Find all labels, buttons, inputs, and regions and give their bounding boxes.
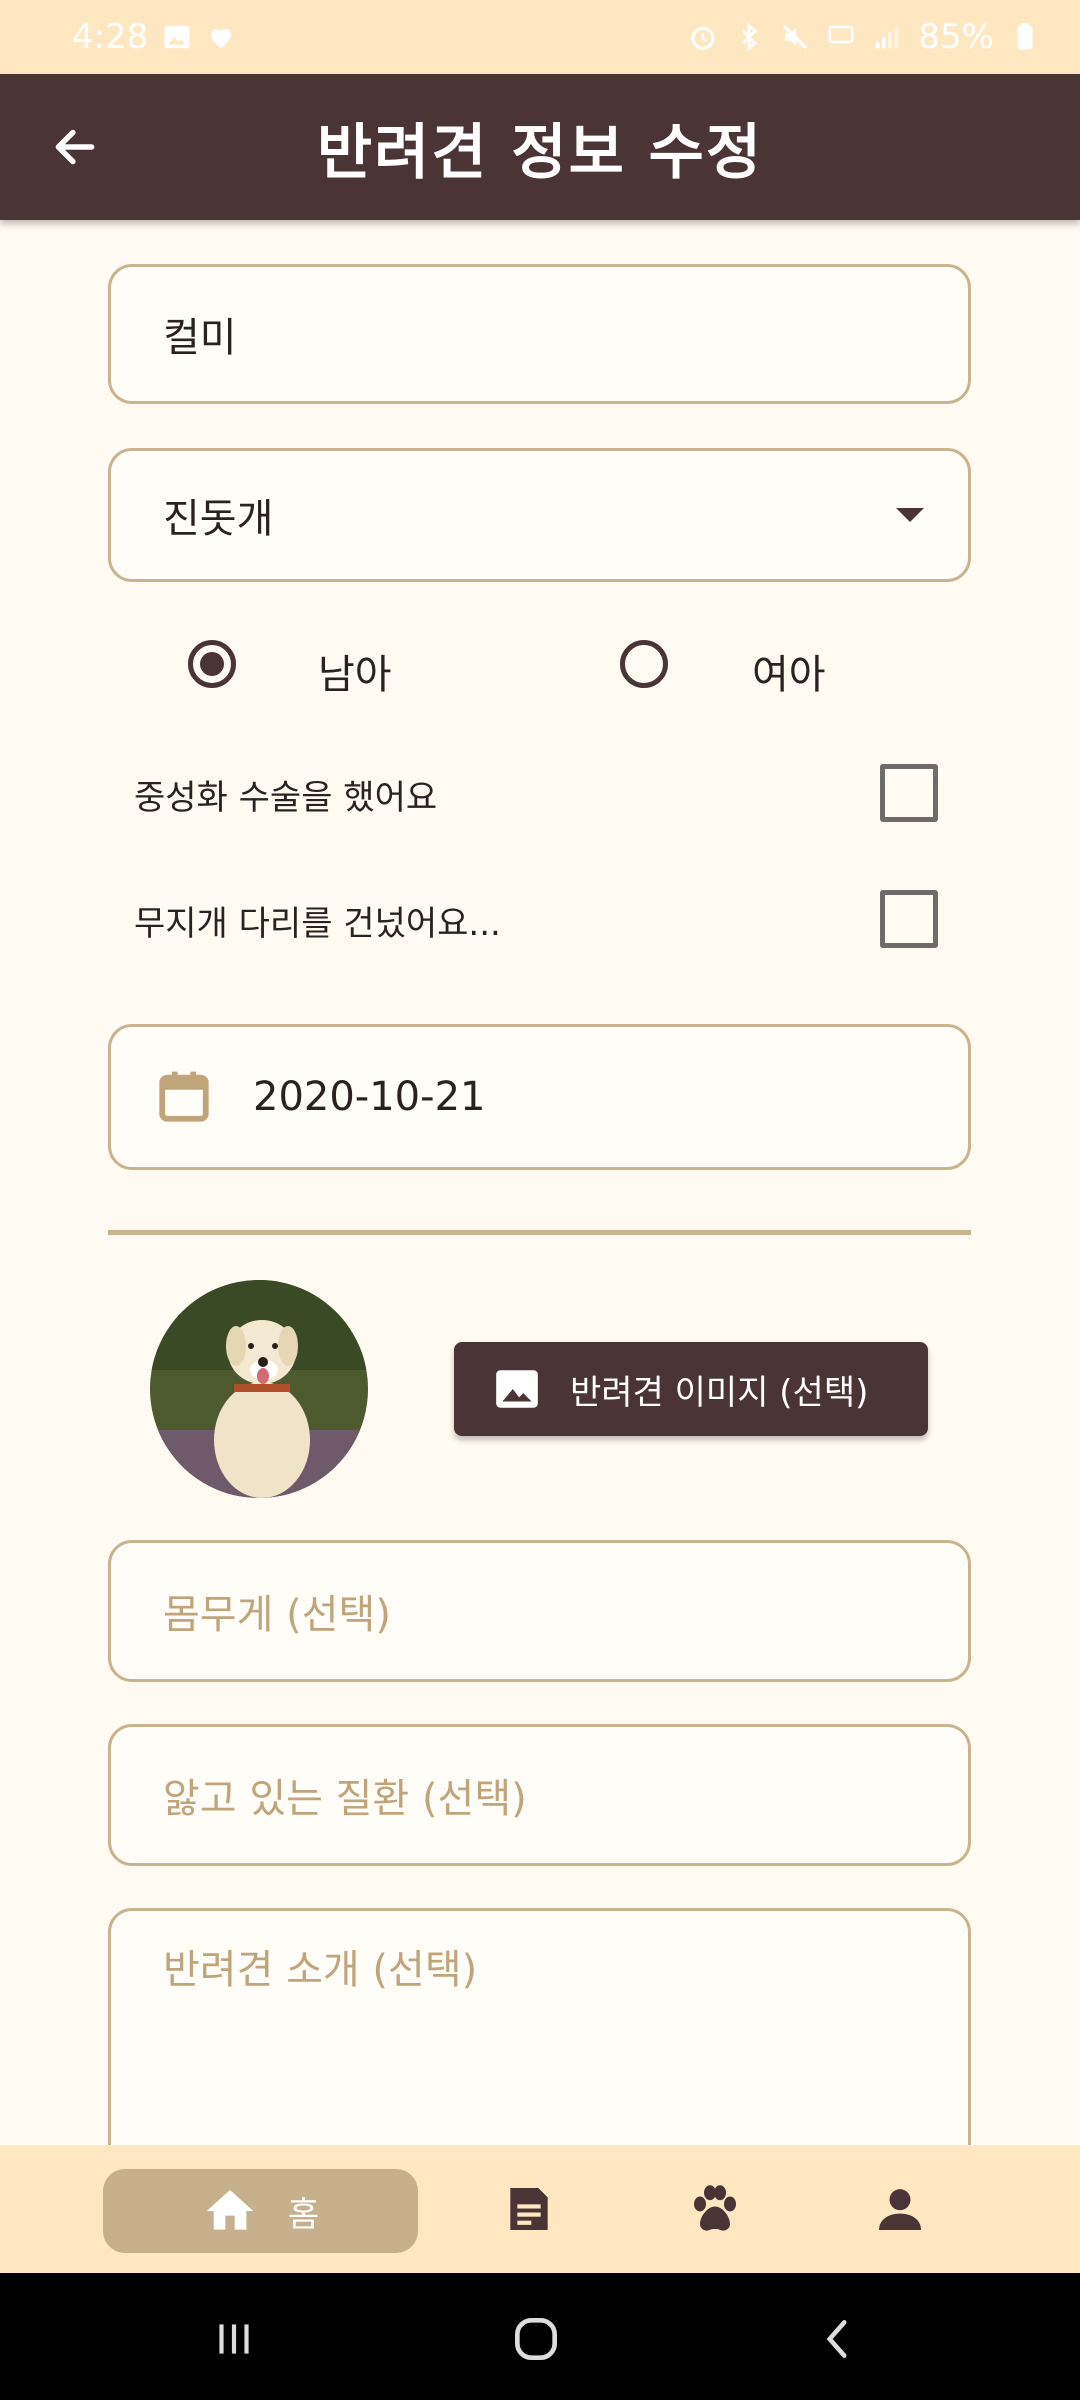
arrow-back-icon [55, 129, 95, 165]
dog-avatar [150, 1280, 368, 1498]
person-icon [879, 2189, 921, 2230]
home-icon [206, 2190, 254, 2230]
dropdown-arrow-icon [896, 508, 924, 522]
gallery-notification-icon [164, 25, 190, 49]
weight-placeholder: 몸무게 (선택) [163, 1592, 391, 1638]
radio-selected-dot [200, 652, 224, 676]
gender-radio-group: 남아 여아 [0, 614, 1080, 714]
alarm-icon [691, 26, 715, 50]
app-bar: 반려견 정보 수정 [0, 74, 1080, 220]
birth-date-value: 2020-10-21 [253, 1074, 486, 1120]
status-left: 4:28 [72, 17, 236, 57]
status-bar: 4:28 85% [0, 0, 1080, 74]
bluetooth-icon [742, 22, 758, 52]
nav-home-label: 홈 [287, 2194, 320, 2235]
form-content[interactable]: 컬미 진돗개 남아 여아 중성화 수술을 했어요 무지개 다리를 건넜어요...… [0, 220, 1080, 2145]
nav-home-button[interactable]: 홈 [103, 2169, 418, 2253]
intro-placeholder: 반려견 소개 (선택) [163, 1947, 478, 1993]
rainbow-bridge-label: 무지개 다리를 건넜어요... [134, 904, 501, 944]
name-field[interactable]: 컬미 [108, 264, 971, 404]
neutered-checkbox[interactable] [880, 764, 938, 822]
signal-icon [876, 27, 899, 49]
nav-document-button[interactable] [497, 2177, 561, 2241]
rainbow-bridge-checkbox[interactable] [880, 890, 938, 948]
gender-label-female: 여아 [752, 652, 826, 698]
heart-notification-icon [211, 28, 232, 49]
page-title: 반려견 정보 수정 [316, 117, 764, 188]
mute-icon [783, 24, 808, 50]
system-navigation-bar [0, 2273, 1080, 2400]
select-dog-image-label: 반려견 이미지 (선택) [570, 1372, 869, 1413]
gender-radio-male[interactable] [188, 640, 236, 688]
battery-percent: 85% [918, 17, 994, 57]
breed-value: 진돗개 [163, 496, 274, 542]
paw-icon [694, 2185, 736, 2231]
back-button[interactable] [40, 112, 110, 182]
nav-paw-button[interactable] [683, 2177, 747, 2241]
nav-profile-button[interactable] [868, 2177, 932, 2241]
chevron-left-icon [826, 2320, 847, 2358]
intro-textarea[interactable]: 반려견 소개 (선택) [108, 1908, 971, 2145]
select-dog-image-button[interactable]: 반려견 이미지 (선택) [454, 1342, 928, 1436]
dog-photo-image [150, 1280, 368, 1498]
document-icon [510, 2188, 548, 2230]
status-time: 4:28 [72, 17, 149, 57]
weight-field[interactable]: 몸무게 (선택) [108, 1540, 971, 1682]
5g-icon [828, 25, 854, 44]
battery-icon [1017, 23, 1033, 50]
gender-label-male: 남아 [318, 652, 392, 698]
status-right: 85% [688, 17, 1040, 57]
image-icon [496, 1370, 538, 1408]
home-circle-icon [515, 2318, 557, 2360]
rainbow-bridge-row: 무지개 다리를 건넜어요... [0, 868, 1080, 968]
neutered-label: 중성화 수술을 했어요 [134, 778, 438, 818]
section-divider [108, 1230, 971, 1235]
neutered-row: 중성화 수술을 했어요 [0, 742, 1080, 842]
home-system-button[interactable] [506, 2309, 566, 2369]
calendar-icon [159, 1071, 209, 1122]
birth-date-field[interactable]: 2020-10-21 [108, 1024, 971, 1170]
name-value: 컬미 [163, 315, 237, 361]
disease-field[interactable]: 앓고 있는 질환 (선택) [108, 1724, 971, 1866]
disease-placeholder: 앓고 있는 질환 (선택) [163, 1776, 527, 1822]
bottom-navigation: 홈 [0, 2145, 1080, 2273]
gender-radio-female[interactable] [620, 640, 668, 688]
recent-apps-icon [219, 2324, 249, 2354]
back-system-button[interactable] [808, 2309, 868, 2369]
recent-apps-button[interactable] [204, 2309, 264, 2369]
breed-select[interactable]: 진돗개 [108, 448, 971, 582]
